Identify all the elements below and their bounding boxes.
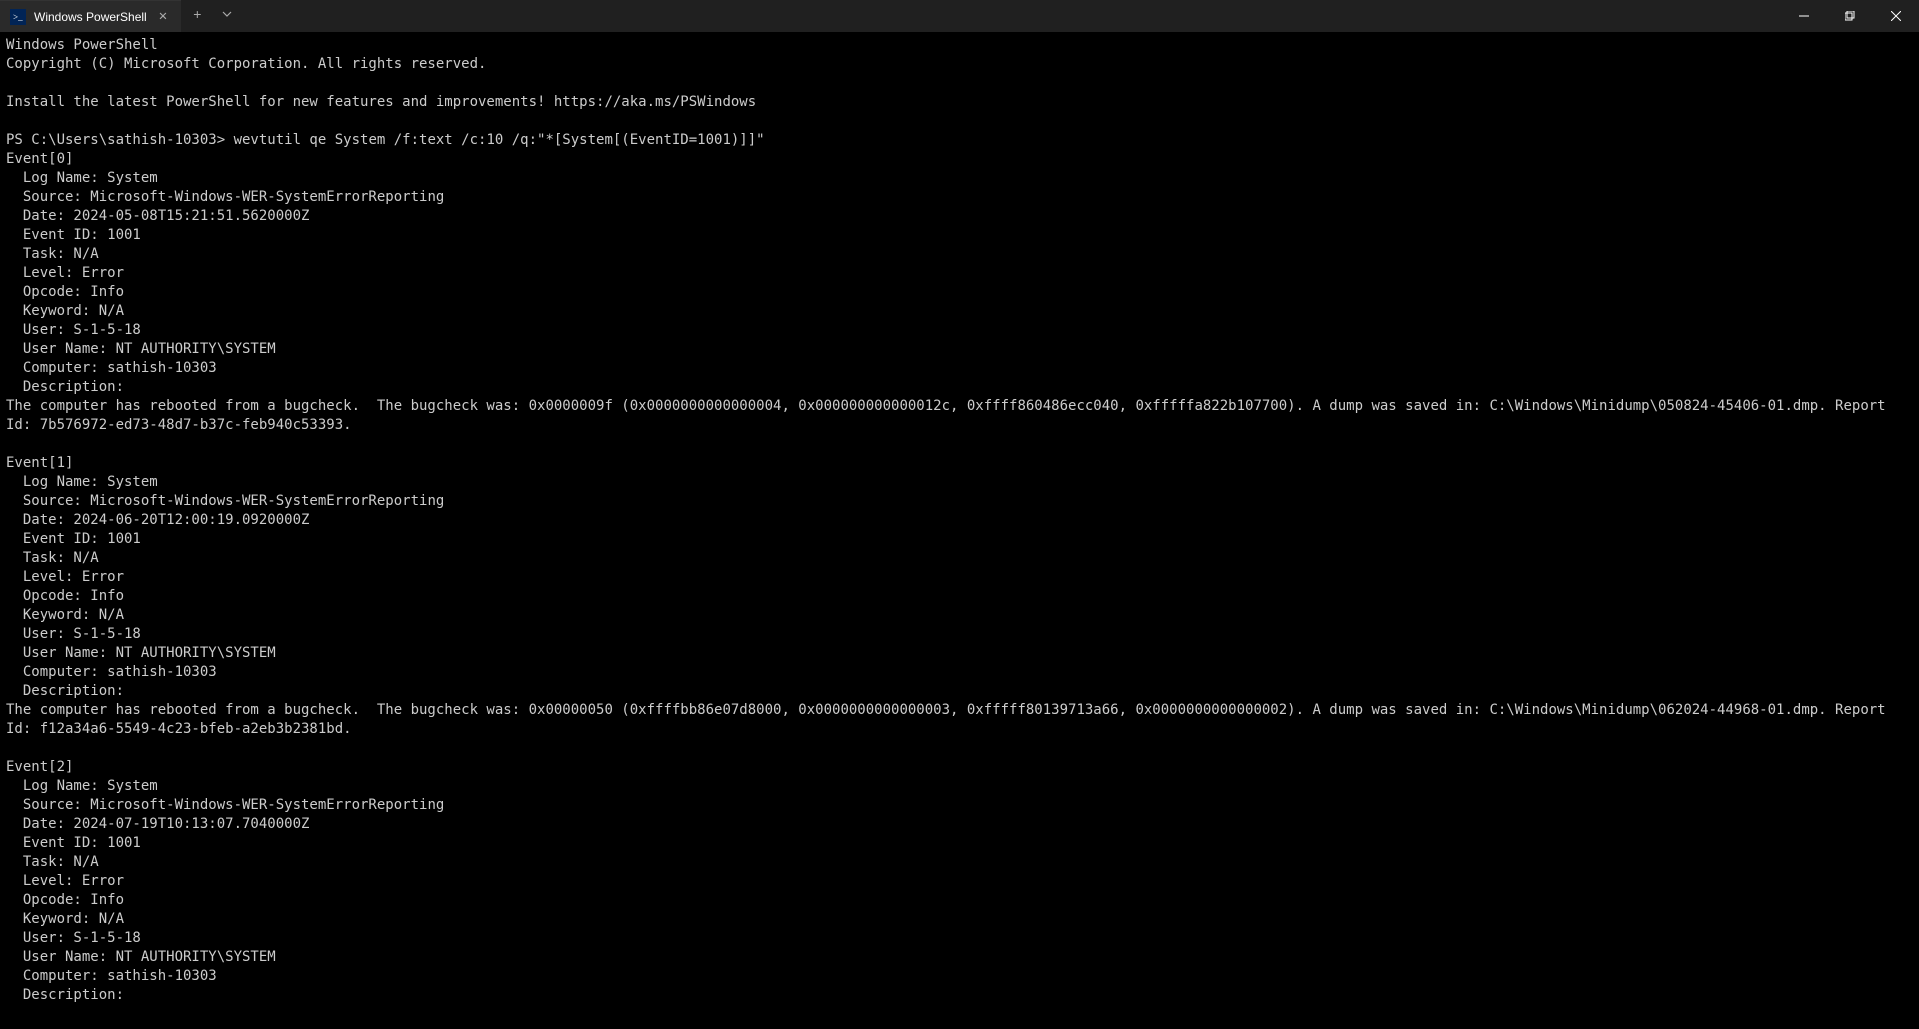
new-tab-button[interactable]: + xyxy=(181,8,213,24)
prompt: PS C:\Users\sathish-10303> xyxy=(6,132,234,148)
event-field: User Name: NT AUTHORITY\SYSTEM xyxy=(6,645,276,661)
event-field: Description: xyxy=(6,683,132,699)
tab-close-button[interactable]: ✕ xyxy=(155,8,171,25)
event-field: Description: xyxy=(6,379,132,395)
event-field: User: S-1-5-18 xyxy=(6,626,141,642)
event-field: Computer: sathish-10303 xyxy=(6,968,217,984)
event-field: Opcode: Info xyxy=(6,284,124,300)
event-field: Level: Error xyxy=(6,569,124,585)
event-field: Date: 2024-05-08T15:21:51.5620000Z xyxy=(6,208,309,224)
header-line1: Windows PowerShell xyxy=(6,37,158,53)
event-field: Opcode: Info xyxy=(6,588,124,604)
event-header: Event[0] xyxy=(6,151,73,167)
event-field: Opcode: Info xyxy=(6,892,124,908)
event-field: Source: Microsoft-Windows-WER-SystemErro… xyxy=(6,797,444,813)
event-field: Task: N/A xyxy=(6,854,99,870)
event-field: Date: 2024-07-19T10:13:07.7040000Z xyxy=(6,816,309,832)
close-button[interactable] xyxy=(1873,0,1919,32)
event-description: The computer has rebooted from a bugchec… xyxy=(6,702,1894,737)
event-field: Level: Error xyxy=(6,265,124,281)
event-field: Task: N/A xyxy=(6,246,99,262)
event-field: Log Name: System xyxy=(6,170,158,186)
tab-dropdown-button[interactable] xyxy=(214,9,240,23)
event-field: User Name: NT AUTHORITY\SYSTEM xyxy=(6,341,276,357)
event-field: Log Name: System xyxy=(6,474,158,490)
event-field: Keyword: N/A xyxy=(6,607,124,623)
event-field: User: S-1-5-18 xyxy=(6,930,141,946)
event-field: Keyword: N/A xyxy=(6,303,124,319)
title-bar: >_ Windows PowerShell ✕ + xyxy=(0,0,1919,32)
powershell-icon: >_ xyxy=(10,9,26,25)
event-header: Event[1] xyxy=(6,455,73,471)
window-controls xyxy=(1781,0,1919,32)
header-line2: Copyright (C) Microsoft Corporation. All… xyxy=(6,56,486,72)
event-field: Description: xyxy=(6,987,132,1003)
event-field: Event ID: 1001 xyxy=(6,835,141,851)
command: wevtutil qe System /f:text /c:10 /q:"*[S… xyxy=(234,132,765,148)
event-header: Event[2] xyxy=(6,759,73,775)
maximize-button[interactable] xyxy=(1827,0,1873,32)
event-field: User: S-1-5-18 xyxy=(6,322,141,338)
event-field: Log Name: System xyxy=(6,778,158,794)
minimize-button[interactable] xyxy=(1781,0,1827,32)
install-message: Install the latest PowerShell for new fe… xyxy=(6,94,756,110)
event-field: Event ID: 1001 xyxy=(6,531,141,547)
event-field: Keyword: N/A xyxy=(6,911,124,927)
event-field: Computer: sathish-10303 xyxy=(6,360,217,376)
svg-text:>_: >_ xyxy=(13,12,23,22)
event-field: Date: 2024-06-20T12:00:19.0920000Z xyxy=(6,512,309,528)
event-field: Computer: sathish-10303 xyxy=(6,664,217,680)
event-description: The computer has rebooted from a bugchec… xyxy=(6,398,1894,433)
event-field: Source: Microsoft-Windows-WER-SystemErro… xyxy=(6,493,444,509)
event-field: Source: Microsoft-Windows-WER-SystemErro… xyxy=(6,189,444,205)
event-field: Task: N/A xyxy=(6,550,99,566)
terminal-output[interactable]: Windows PowerShell Copyright (C) Microso… xyxy=(0,32,1919,1029)
tab-powershell[interactable]: >_ Windows PowerShell ✕ xyxy=(0,0,181,32)
event-field: Event ID: 1001 xyxy=(6,227,141,243)
event-field: Level: Error xyxy=(6,873,124,889)
event-field: User Name: NT AUTHORITY\SYSTEM xyxy=(6,949,276,965)
tab-title: Windows PowerShell xyxy=(34,10,147,24)
